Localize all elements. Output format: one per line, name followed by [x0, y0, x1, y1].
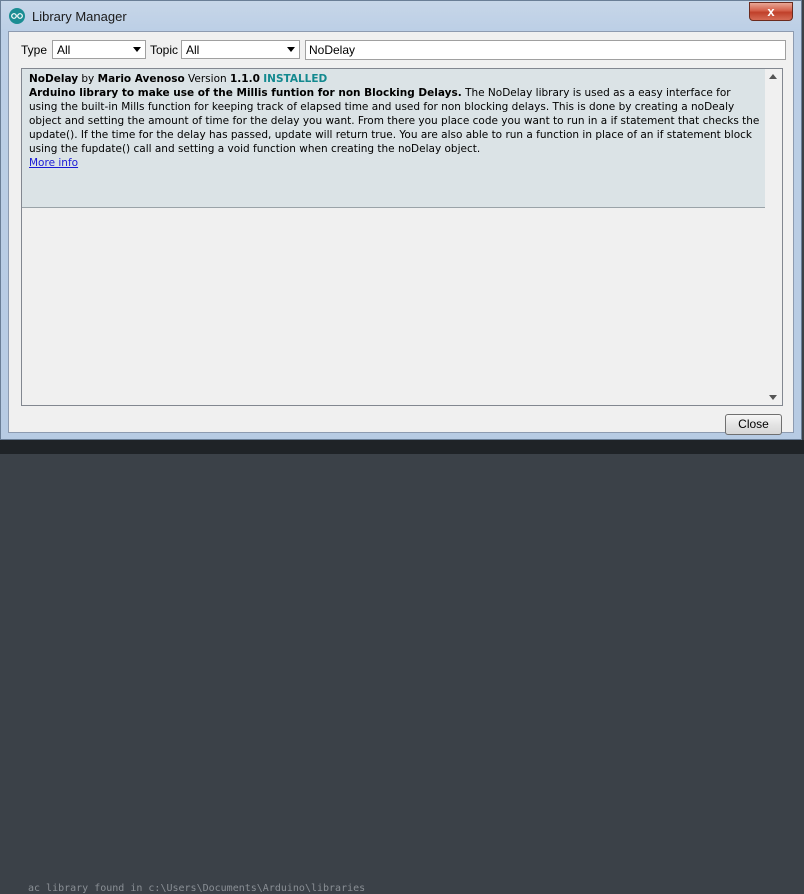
chevron-down-icon: [133, 47, 141, 52]
background-window-strip: ac library found in c:\Users\Documents\A…: [0, 440, 804, 894]
window-title: Library Manager: [32, 9, 127, 24]
dialog-content: Type All Topic All NoDelay by Mario Aven…: [8, 31, 794, 435]
more-info-link[interactable]: More info: [29, 157, 78, 169]
installed-badge: INSTALLED: [263, 73, 328, 85]
version-label: Version: [188, 73, 227, 85]
vertical-scrollbar[interactable]: [765, 69, 782, 405]
library-author: Mario Avenoso: [97, 73, 185, 85]
scroll-down-arrow-icon[interactable]: [769, 395, 777, 400]
library-description: Arduino library to make use of the Milli…: [29, 86, 760, 156]
scroll-up-arrow-icon[interactable]: [769, 74, 777, 79]
library-header: NoDelay by Mario Avenoso Version 1.1.0 I…: [29, 72, 760, 86]
close-button[interactable]: Close: [725, 414, 782, 435]
background-console-text: ac library found in c:\Users\Documents\A…: [28, 883, 366, 894]
title-bar[interactable]: Library Manager x: [1, 1, 801, 31]
library-name: NoDelay: [29, 73, 79, 85]
library-manager-window: Library Manager x Type All Topic All NoD…: [0, 0, 802, 440]
chevron-down-icon: [287, 47, 295, 52]
library-sentence: Arduino library to make use of the Milli…: [29, 87, 462, 99]
type-dropdown-value: All: [57, 43, 71, 57]
type-dropdown[interactable]: All: [52, 40, 146, 59]
search-input[interactable]: [305, 40, 786, 60]
topic-dropdown-value: All: [186, 43, 200, 57]
topic-dropdown[interactable]: All: [181, 40, 300, 59]
library-by: by: [81, 73, 95, 85]
type-label: Type: [21, 43, 48, 57]
library-list[interactable]: NoDelay by Mario Avenoso Version 1.1.0 I…: [21, 68, 783, 406]
library-version: 1.1.0: [230, 73, 260, 85]
window-close-button[interactable]: x: [749, 2, 793, 21]
topic-label: Topic: [150, 43, 179, 57]
arduino-logo-icon: [9, 8, 25, 24]
library-entry-nodelay[interactable]: NoDelay by Mario Avenoso Version 1.1.0 I…: [22, 69, 766, 208]
